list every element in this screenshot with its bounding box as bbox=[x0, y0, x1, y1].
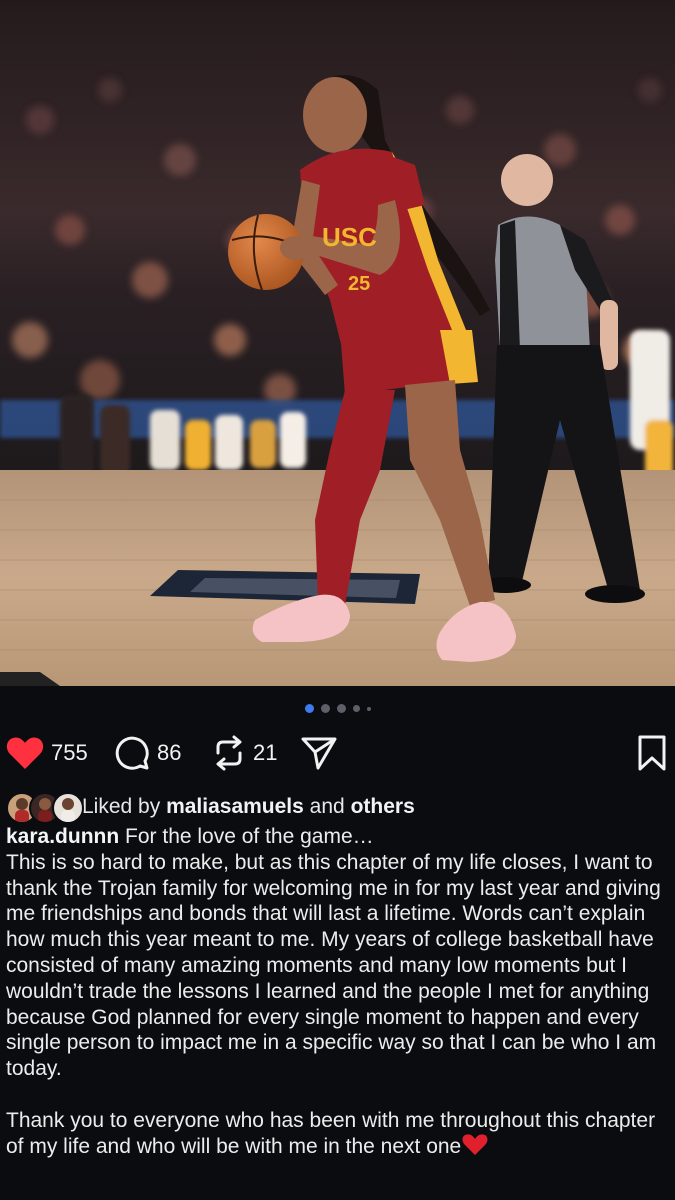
save-button[interactable] bbox=[636, 730, 668, 776]
jersey-number: 25 bbox=[348, 273, 370, 295]
comment-button[interactable]: 86 bbox=[114, 730, 181, 776]
caption-headline: For the love of the game… bbox=[125, 825, 374, 848]
share-button[interactable] bbox=[300, 730, 338, 776]
repost-count: 21 bbox=[253, 740, 278, 765]
comment-icon bbox=[115, 736, 149, 770]
liked-by-row[interactable]: Liked by maliasamuels and others bbox=[6, 790, 415, 824]
like-count: 755 bbox=[51, 740, 88, 765]
carousel-dot bbox=[336, 704, 346, 713]
liked-by-others-link[interactable]: others bbox=[351, 795, 415, 818]
liked-by-user-link[interactable]: maliasamuels bbox=[166, 795, 304, 818]
liked-by-avatars bbox=[6, 792, 84, 824]
caption-spacer bbox=[6, 1082, 666, 1108]
caption-headline-line: kara.dunnn For the love of the game… bbox=[6, 824, 666, 850]
heart-icon bbox=[6, 737, 44, 769]
comment-count: 86 bbox=[157, 740, 182, 765]
carousel-dot bbox=[366, 706, 371, 711]
avatar bbox=[52, 792, 84, 824]
carousel-dot bbox=[352, 705, 360, 712]
repost-button[interactable]: 21 bbox=[212, 730, 277, 776]
post-caption: kara.dunnn For the love of the game… Thi… bbox=[6, 824, 666, 1159]
caption-paragraph-1: This is so hard to make, but as this cha… bbox=[6, 850, 661, 1081]
liked-by-text: Liked by maliasamuels and others bbox=[82, 795, 415, 819]
share-icon bbox=[301, 737, 337, 770]
carousel-indicator bbox=[0, 704, 675, 713]
caption-paragraph-2-line: Thank you to everyone who has been with … bbox=[6, 1108, 666, 1160]
liked-by-conjunction: and bbox=[309, 795, 345, 818]
caption-username[interactable]: kara.dunnn bbox=[6, 825, 119, 848]
carousel-dot bbox=[320, 704, 330, 713]
jersey-text: USC bbox=[322, 222, 377, 252]
caption-paragraph-2: Thank you to everyone who has been with … bbox=[6, 1108, 656, 1158]
post-action-bar: 755 86 21 bbox=[0, 730, 675, 776]
liked-by-prefix: Liked by bbox=[82, 795, 161, 818]
bookmark-icon bbox=[638, 735, 666, 771]
repost-icon bbox=[216, 735, 242, 771]
heart-emoji-icon bbox=[462, 1133, 488, 1155]
basketball-player-photo: USC 25 bbox=[0, 0, 675, 686]
like-button[interactable]: 755 bbox=[6, 730, 88, 776]
post-photo[interactable]: USC 25 bbox=[0, 0, 675, 686]
carousel-dot-active bbox=[304, 704, 314, 713]
